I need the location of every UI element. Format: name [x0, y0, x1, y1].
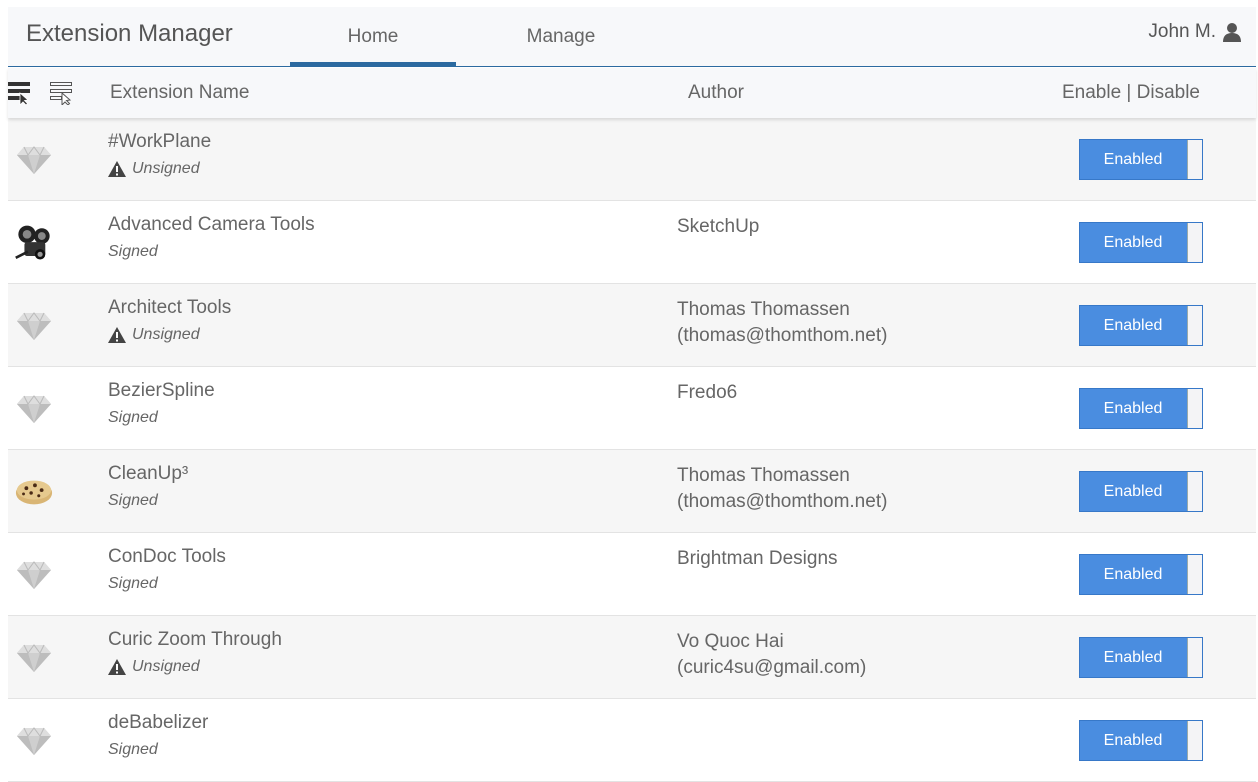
extension-name: deBabelizer: [108, 712, 209, 733]
enable-toggle[interactable]: Enabled: [1079, 139, 1203, 180]
extension-row[interactable]: CleanUp³ Signed Thomas Thomassen (thomas@th…: [8, 450, 1256, 533]
toggle-knob[interactable]: [1187, 389, 1202, 428]
enable-toggle[interactable]: Enabled: [1079, 388, 1203, 429]
toggle-label: Enabled: [1103, 565, 1163, 583]
toggle-knob[interactable]: [1187, 721, 1202, 760]
column-extension-name[interactable]: Extension Name: [110, 82, 249, 104]
signature-label: Unsigned: [132, 160, 200, 177]
toggle-knob[interactable]: [1187, 555, 1202, 594]
extension-row[interactable]: Curic Zoom Through Unsigned Vo Quoc Hai (cu…: [8, 616, 1256, 699]
warning-icon: [108, 161, 126, 177]
toggle-label: Enabled: [1103, 648, 1163, 666]
toggle-label: Enabled: [1103, 731, 1163, 749]
enable-toggle[interactable]: Enabled: [1079, 720, 1203, 761]
signature-status: Signed: [108, 409, 158, 427]
toggle-knob[interactable]: [1187, 306, 1202, 345]
signature-label: Unsigned: [132, 658, 200, 675]
extension-row[interactable]: deBabelizer Signed Enabled: [8, 699, 1256, 782]
signature-status: Signed: [108, 243, 158, 261]
extension-author: SketchUp: [677, 214, 759, 240]
signature-label: Signed: [108, 409, 158, 426]
toggle-label: Enabled: [1103, 399, 1163, 417]
tab-manage[interactable]: Manage: [478, 7, 644, 66]
user-icon: [1222, 22, 1242, 42]
author-name: Thomas Thomassen: [677, 465, 850, 486]
signature-label: Signed: [108, 492, 158, 509]
gem-icon: [14, 140, 54, 180]
extension-list: #WorkPlane Unsigned Enabled Advanced Camera…: [8, 118, 1256, 782]
extension-author: Fredo6: [677, 380, 737, 406]
extension-author: Thomas Thomassen (thomas@thomthom.net): [677, 297, 887, 349]
extension-row[interactable]: #WorkPlane Unsigned Enabled: [8, 118, 1256, 201]
extension-row[interactable]: BezierSpline Signed Fredo6 Enabled: [8, 367, 1256, 450]
author-email: (thomas@thomthom.net): [677, 325, 888, 346]
gem-icon: [14, 306, 54, 346]
signature-status: Signed: [108, 741, 158, 759]
extension-name: CleanUp³: [108, 463, 189, 484]
author-name: Brightman Designs: [677, 548, 838, 569]
gem-icon: [14, 555, 54, 595]
extension-author: Vo Quoc Hai (curic4su@gmail.com): [677, 629, 866, 681]
extension-name: Curic Zoom Through: [108, 629, 282, 650]
signature-status: Unsigned: [108, 658, 200, 676]
cookie-icon: [14, 472, 54, 512]
camera-icon: [14, 223, 54, 263]
tab-home[interactable]: Home: [290, 7, 456, 67]
enable-toggle[interactable]: Enabled: [1079, 471, 1203, 512]
gem-icon: [14, 638, 54, 678]
enable-toggle[interactable]: Enabled: [1079, 222, 1203, 263]
toggle-label: Enabled: [1103, 233, 1163, 251]
author-name: Thomas Thomassen: [677, 299, 850, 320]
gem-icon: [14, 389, 54, 429]
signature-status: Unsigned: [108, 160, 200, 178]
author-name: Fredo6: [677, 382, 738, 403]
collapse-list-icon[interactable]: [8, 81, 30, 106]
signature-status: Signed: [108, 492, 158, 510]
extension-row[interactable]: ConDoc Tools Signed Brightman Designs Enabl…: [8, 533, 1256, 616]
extension-name: Advanced Camera Tools: [108, 214, 315, 235]
app-title: Extension Manager: [26, 20, 233, 47]
signature-label: Signed: [108, 243, 158, 260]
enable-toggle[interactable]: Enabled: [1079, 554, 1203, 595]
extension-author: Brightman Designs: [677, 546, 838, 572]
signature-label: Signed: [108, 741, 158, 758]
toggle-knob[interactable]: [1187, 140, 1202, 179]
extension-name: ConDoc Tools: [108, 546, 226, 567]
signature-status: Unsigned: [108, 326, 200, 344]
extension-name: BezierSpline: [108, 380, 215, 401]
toggle-label: Enabled: [1103, 316, 1163, 334]
signature-label: Signed: [108, 575, 158, 592]
warning-icon: [108, 659, 126, 675]
column-header: Extension Name Author Enable | Disable: [8, 68, 1256, 118]
toggle-knob[interactable]: [1187, 638, 1202, 677]
expand-list-icon[interactable]: [50, 81, 72, 107]
warning-icon: [108, 327, 126, 343]
extension-row[interactable]: Architect Tools Unsigned Thomas Thomassen (…: [8, 284, 1256, 367]
extension-row[interactable]: Advanced Camera Tools Signed SketchUp Enabl…: [8, 201, 1256, 284]
toggle-knob[interactable]: [1187, 472, 1202, 511]
toggle-knob[interactable]: [1187, 223, 1202, 262]
enable-toggle[interactable]: Enabled: [1079, 637, 1203, 678]
signature-label: Unsigned: [132, 326, 200, 343]
author-email: (thomas@thomthom.net): [677, 491, 888, 512]
author-email: (curic4su@gmail.com): [677, 657, 867, 678]
toggle-label: Enabled: [1103, 482, 1163, 500]
top-nav-bar: Extension Manager Home Manage John M.: [8, 7, 1256, 67]
extension-author: Thomas Thomassen (thomas@thomthom.net): [677, 463, 887, 515]
column-author[interactable]: Author: [688, 82, 744, 104]
user-menu[interactable]: John M.: [1148, 21, 1242, 43]
author-name: Vo Quoc Hai: [677, 631, 784, 652]
column-enable-disable: Enable | Disable: [1061, 82, 1200, 103]
author-name: SketchUp: [677, 216, 760, 237]
extension-name: Architect Tools: [108, 297, 232, 318]
toggle-label: Enabled: [1103, 150, 1163, 168]
signature-status: Signed: [108, 575, 158, 593]
enable-toggle[interactable]: Enabled: [1079, 305, 1203, 346]
gem-icon: [14, 721, 54, 761]
user-name: John M.: [1148, 21, 1216, 42]
extension-name: #WorkPlane: [108, 131, 212, 152]
